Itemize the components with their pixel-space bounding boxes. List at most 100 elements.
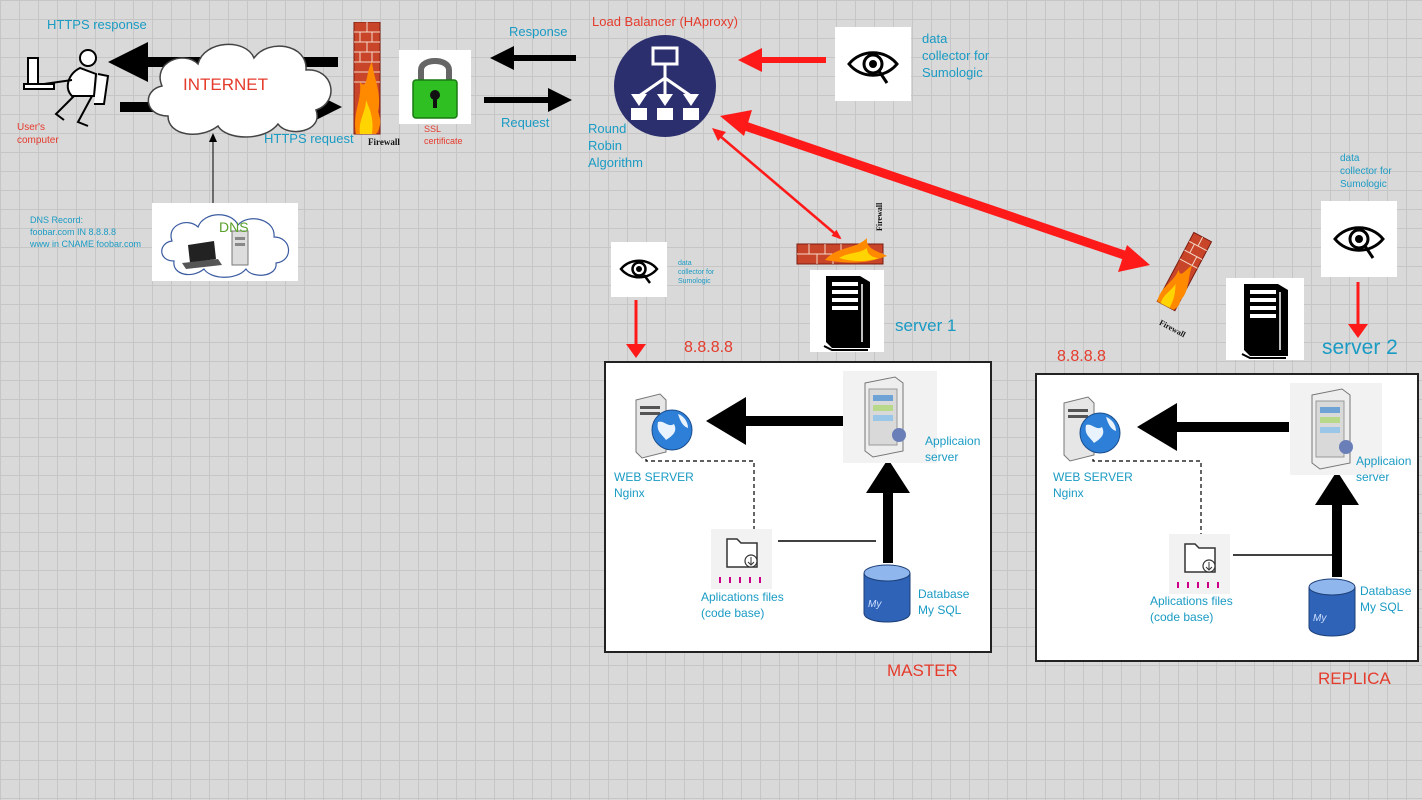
user-computer-label-line1: User's (17, 122, 46, 133)
firewall-icon (353, 21, 381, 135)
collector-mid-tile (611, 242, 667, 297)
server2-tile (1226, 278, 1304, 360)
master-web-line2: Nginx (614, 485, 645, 500)
collector-mid-line3: Sumologic (678, 278, 711, 286)
server-tower-icon (1241, 284, 1288, 359)
lb-to-server2-head-b (1118, 245, 1150, 272)
request-label: Request (501, 115, 550, 130)
load-balancer-title: Load Balancer (HAproxy) (592, 14, 738, 29)
master-app-server (843, 371, 937, 463)
dns-tile (152, 203, 298, 281)
collector-mid-line1: data (678, 260, 692, 267)
master-files-line1: Aplications files (701, 590, 784, 604)
server1-ip: 8.8.8.8 (684, 339, 733, 356)
collector-top-line1: data (922, 31, 948, 46)
collector-top-line2: collector for (922, 47, 990, 63)
collector-right-line1: data (1340, 153, 1360, 164)
replica-web-line2: Nginx (1053, 485, 1084, 500)
web-server-icon (635, 393, 693, 459)
firewall-top-label: Firewall (368, 137, 400, 147)
replica-db-line2: My SQL (1360, 599, 1404, 614)
ssl-label-line2: certificate (424, 135, 463, 146)
master-web-line1: WEB SERVER (614, 470, 694, 484)
dns-record-line1: DNS Record: (30, 215, 84, 225)
folder-icon (1177, 543, 1219, 588)
replica-web-line1: WEB SERVER (1053, 470, 1133, 484)
collector-right-label: data collector for Sumologic (1340, 152, 1392, 191)
master-db-line2: My SQL (918, 602, 962, 617)
server-tower-icon (823, 276, 870, 351)
dns-label: DNS (219, 219, 249, 235)
dns-cloud-icon (161, 214, 290, 278)
replica-web-label: WEB SERVER Nginx (1053, 470, 1133, 501)
ssl-label: SSL certificate (424, 124, 463, 147)
master-app-line1: Applicaion (925, 434, 981, 448)
master-db-label: Database My SQL (918, 587, 969, 618)
eye-icon (847, 51, 899, 84)
firewall-server1-label: Firewall (875, 202, 884, 231)
collector-right-tile (1321, 201, 1397, 277)
master-role-label: MASTER (887, 661, 958, 680)
replica-app-line2: server (1356, 469, 1390, 484)
server2-label: server 2 (1322, 336, 1398, 359)
master-database: My (862, 563, 912, 623)
replica-files-label: Aplications files (code base) (1150, 594, 1233, 625)
app-server-icon (864, 376, 906, 458)
dns-record-line2: foobar.com IN 8.8.8.8 (30, 227, 117, 238)
web-server-icon (1063, 396, 1121, 462)
replica-role-label: REPLICA (1318, 669, 1391, 688)
master-files-label: Aplications files (code base) (701, 590, 784, 621)
replica-database: My (1307, 577, 1357, 637)
eye-icon (619, 259, 659, 284)
dns-record: DNS Record: foobar.com IN 8.8.8.8 www in… (30, 214, 141, 250)
server1-tile (810, 270, 884, 352)
user-computer-icon (23, 49, 110, 127)
server2-ip: 8.8.8.8 (1057, 348, 1106, 365)
master-web-label: WEB SERVER Nginx (614, 470, 694, 501)
collector-right-line3: Sumologic (1340, 179, 1387, 190)
internet-label: INTERNET (183, 75, 268, 94)
master-db-line1: Database (918, 587, 970, 601)
firewall-top (352, 21, 384, 138)
ssl-tile (399, 50, 471, 124)
replica-app-files (1169, 534, 1230, 594)
collector-mid-arrow-head (626, 344, 646, 358)
padlock-icon (412, 58, 458, 119)
collector-mid-line2: collector for (678, 269, 715, 277)
mysql-logo-text: My (868, 599, 882, 610)
eye-icon (1333, 226, 1385, 259)
master-web-server (630, 392, 694, 460)
master-app-label: Applicaion server (925, 434, 980, 465)
user-computer (18, 44, 114, 130)
user-computer-label: User's computer (17, 121, 59, 147)
firewall-icon (1156, 231, 1213, 312)
response-label: Response (509, 24, 568, 39)
user-computer-label-line2: computer (17, 135, 59, 146)
https-response-label: HTTPS response (47, 17, 147, 32)
database-icon: My (1308, 578, 1356, 637)
database-icon: My (863, 564, 911, 623)
collector-top-label: data collector for Sumologic (922, 31, 989, 82)
round-robin-line3: Algorithm (588, 154, 643, 170)
replica-app-line1: Applicaion (1356, 454, 1412, 468)
folder-icon (719, 538, 761, 583)
master-app-line2: server (925, 449, 959, 464)
master-files-line2: (code base) (701, 605, 765, 620)
replica-web-server (1058, 395, 1122, 463)
round-robin-label: Round Robin Algorithm (588, 121, 643, 172)
ssl-label-line1: SSL (424, 124, 442, 134)
collector-top-tile (835, 27, 911, 101)
replica-files-line2: (code base) (1150, 609, 1214, 624)
replica-db-line1: Database (1360, 584, 1412, 598)
collector-mid-label: data collector for Sumologic (678, 259, 714, 286)
round-robin-line2: Robin (588, 137, 622, 153)
replica-files-line1: Aplications files (1150, 594, 1233, 608)
master-app-files (711, 529, 772, 589)
round-robin-line1: Round (588, 121, 627, 136)
mysql-logo-text: My (1313, 613, 1327, 624)
collector-top-line3: Sumologic (922, 64, 983, 80)
replica-db-label: Database My SQL (1360, 584, 1411, 615)
collector-right-line2: collector for (1340, 166, 1392, 177)
dns-record-line3: www in CNAME foobar.com (30, 239, 142, 250)
firewall-server2 (1150, 228, 1214, 324)
